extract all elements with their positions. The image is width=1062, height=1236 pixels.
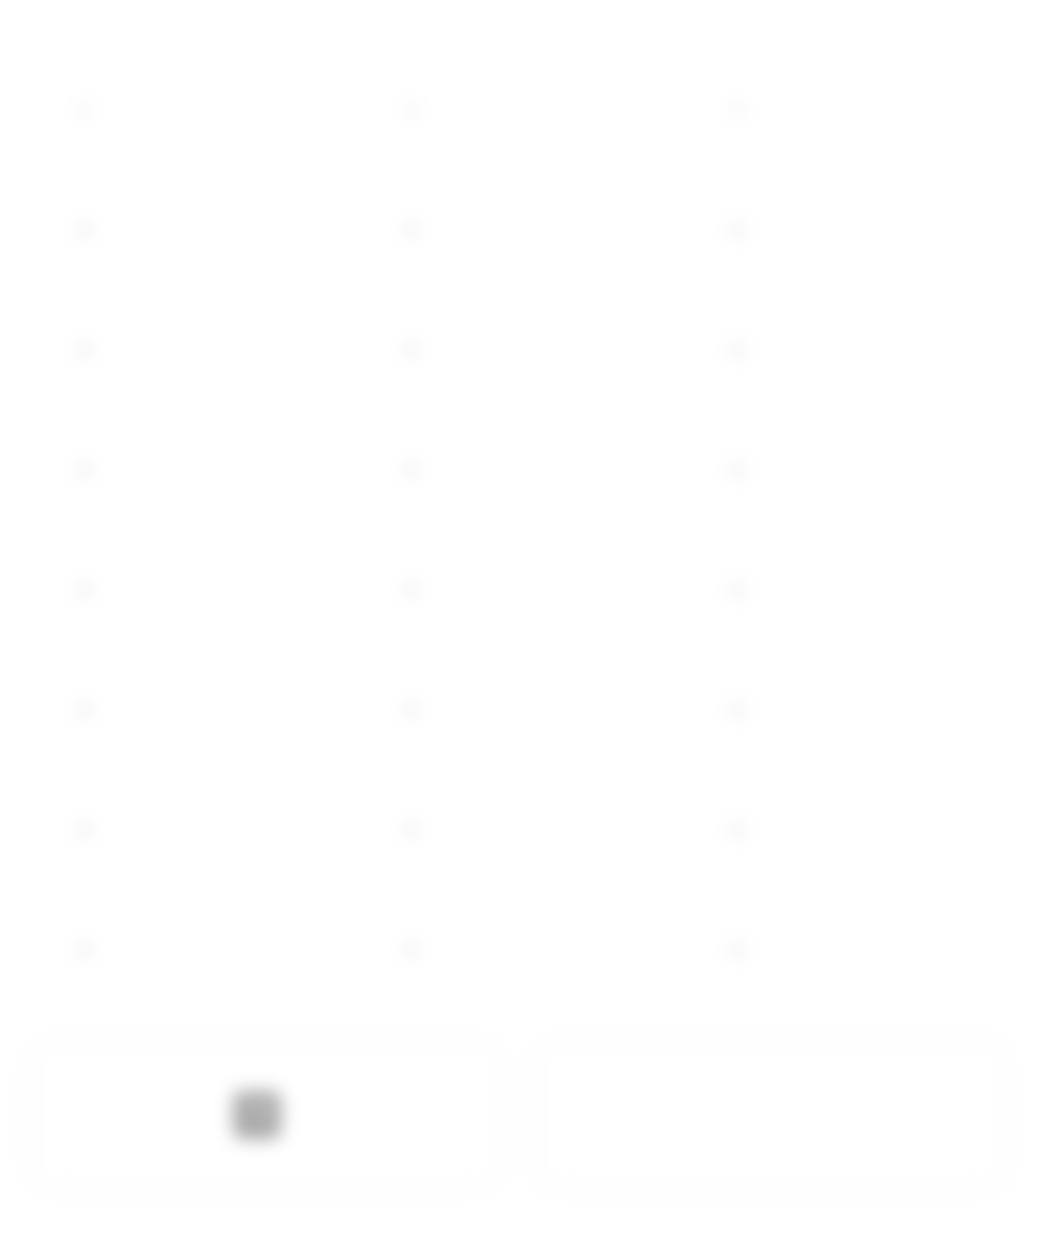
column-header-1 (40, 50, 358, 170)
bullet-icon (406, 705, 416, 715)
column-header-3 (692, 50, 1010, 170)
data-table (40, 50, 1010, 1010)
table-cell (366, 530, 684, 650)
table-cell (366, 650, 684, 770)
bullet-icon (732, 585, 742, 595)
bullet-icon (80, 465, 90, 475)
bullet-icon (80, 105, 90, 115)
table-cell (366, 890, 684, 1010)
table-cell (366, 290, 684, 410)
bullet-icon (80, 945, 90, 955)
bullet-icon (406, 825, 416, 835)
table-cell (692, 890, 1010, 1010)
table-cell (40, 290, 358, 410)
bullet-icon (732, 825, 742, 835)
table-cell (692, 290, 1010, 410)
table-cell (40, 410, 358, 530)
bullet-icon (732, 345, 742, 355)
table-cell (692, 650, 1010, 770)
table-cell (692, 410, 1010, 530)
bullet-icon (732, 225, 742, 235)
table-cell (40, 170, 358, 290)
blurred-screen: ❐ (0, 0, 1062, 1236)
table-cell (40, 890, 358, 1010)
column-header-2 (366, 50, 684, 170)
bullet-icon (406, 945, 416, 955)
table-cell (692, 770, 1010, 890)
bullet-icon (406, 585, 416, 595)
bullet-icon (406, 345, 416, 355)
bullet-icon (406, 105, 416, 115)
table-cell (366, 170, 684, 290)
bullet-icon (80, 705, 90, 715)
secondary-action-button[interactable] (533, 1040, 1008, 1190)
table-cell (692, 530, 1010, 650)
bullet-icon (406, 225, 416, 235)
bullet-icon (80, 825, 90, 835)
footer-actions: ❐ (28, 1040, 1008, 1190)
bullet-icon (732, 465, 742, 475)
bullet-icon (406, 465, 416, 475)
table-cell (692, 170, 1010, 290)
table-cell (366, 770, 684, 890)
bullet-icon (732, 105, 742, 115)
table-cell (40, 770, 358, 890)
table-cell (366, 410, 684, 530)
bullet-icon (732, 705, 742, 715)
bullet-icon (80, 225, 90, 235)
copy-icon: ❐ (233, 1092, 280, 1138)
bullet-icon (732, 945, 742, 955)
table-cell (40, 650, 358, 770)
bullet-icon (80, 585, 90, 595)
table-cell (40, 530, 358, 650)
bullet-icon (80, 345, 90, 355)
copy-button[interactable]: ❐ (28, 1040, 503, 1190)
